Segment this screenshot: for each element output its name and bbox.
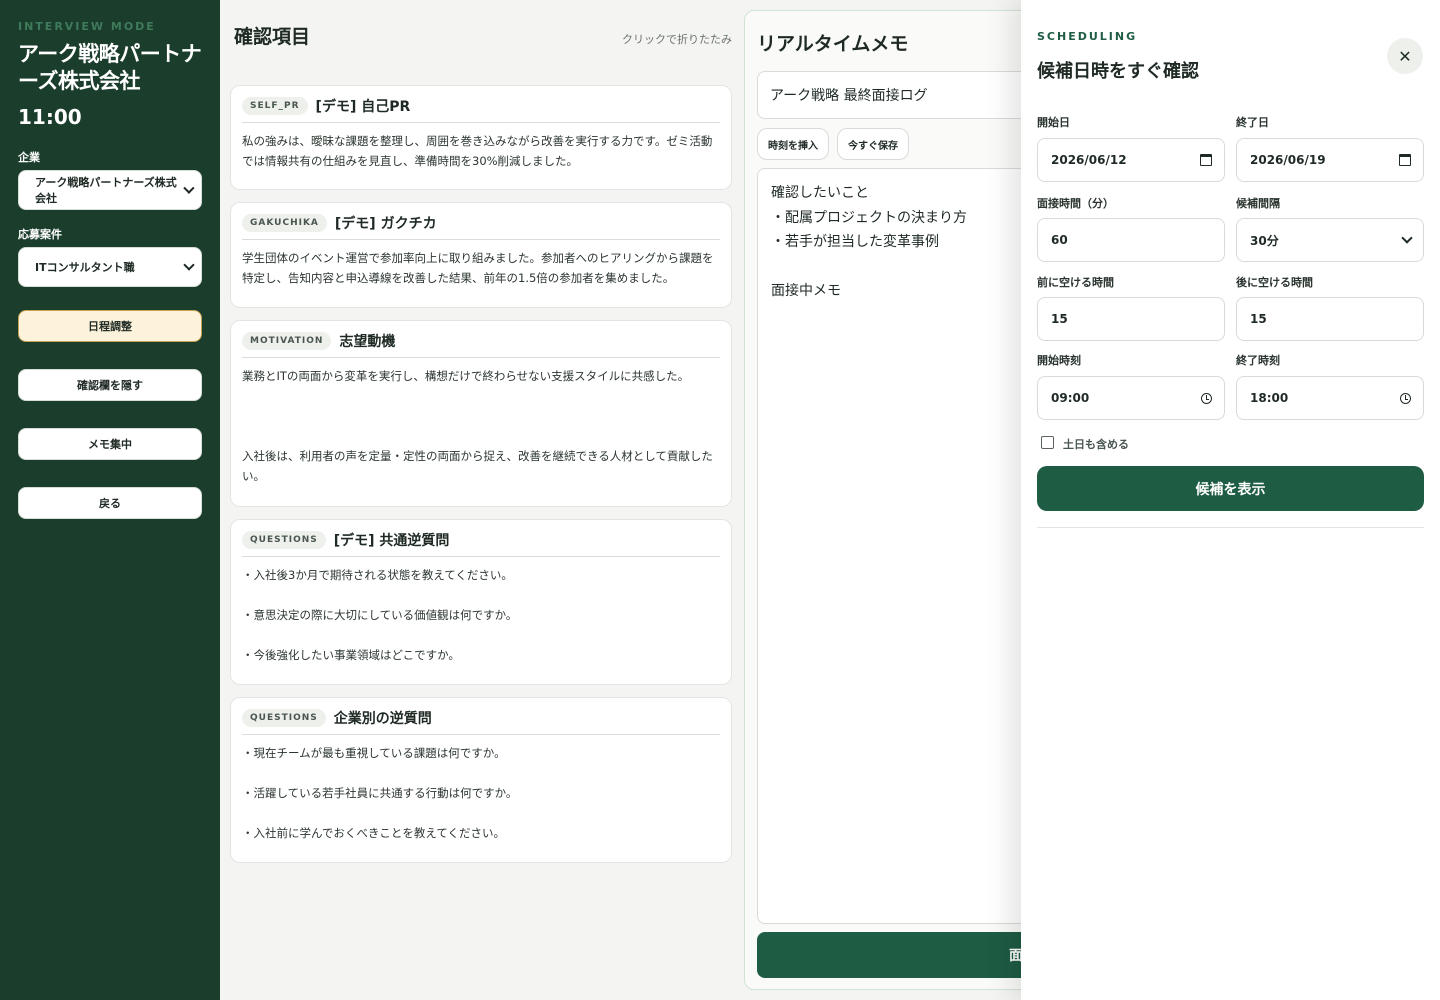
card-tag: GAKUCHIKA xyxy=(242,214,327,232)
card-self-pr[interactable]: SELF_PR [デモ] 自己PR 私の強みは、曖昧な課題を整理し、周囲を巻き込… xyxy=(230,85,732,190)
memo-textarea[interactable]: 確認したいこと ・配属プロジェクトの決まり方 ・若手が担当した変革事例 面接中メ… xyxy=(757,168,1047,924)
card-tag: QUESTIONS xyxy=(242,531,326,549)
card-tag: SELF_PR xyxy=(242,97,308,115)
clock-icon[interactable] xyxy=(1400,392,1411,404)
chevron-down-icon xyxy=(1401,232,1413,244)
card-title: [デモ] ガクチカ xyxy=(334,216,437,232)
start-date-label: 開始日 xyxy=(1037,116,1070,129)
card-header: GAKUCHIKA [デモ] ガクチカ xyxy=(242,213,720,240)
card-motivation[interactable]: MOTIVATION 志望動機 業務とITの両面から変革を実行し、構想だけで終わ… xyxy=(230,320,732,507)
panel-title: 候補日時をすぐ確認 xyxy=(1037,61,1199,82)
sidebar: INTERVIEW MODE アーク戦略パートナーズ株式会社 11:00 企業 … xyxy=(0,0,220,1000)
start-date-input[interactable]: 2026/06/12 xyxy=(1037,138,1225,182)
scheduling-panel: SCHEDULING 候補日時をすぐ確認 ✕ 開始日 2026/06/12 終了… xyxy=(1021,0,1440,1000)
company-select-value: アーク戦略パートナーズ株式会社 xyxy=(35,176,177,205)
interval-select[interactable]: 30分 xyxy=(1236,218,1424,262)
collapse-hint[interactable]: クリックで折りたたみ xyxy=(622,31,732,47)
start-time-label: 開始時刻 xyxy=(1037,354,1081,367)
position-select[interactable]: ITコンサルタント職 xyxy=(18,247,202,287)
confirm-title: 確認項目 xyxy=(234,26,311,48)
calendar-icon[interactable] xyxy=(1200,154,1212,166)
end-time-value: 18:00 xyxy=(1250,391,1289,405)
panel-kicker: SCHEDULING xyxy=(1037,30,1138,43)
mode-label: INTERVIEW MODE xyxy=(18,20,156,33)
duration-value: 60 xyxy=(1051,233,1068,247)
end-time-label: 終了時刻 xyxy=(1236,354,1280,367)
hide-confirm-button[interactable]: 確認欄を隠す xyxy=(18,369,202,401)
weekend-label[interactable]: 土日も含める xyxy=(1063,436,1129,452)
close-icon: ✕ xyxy=(1398,46,1412,66)
card-header: QUESTIONS 企業別の逆質問 xyxy=(242,708,720,735)
end-time-input[interactable]: 18:00 xyxy=(1236,376,1424,420)
buffer-before-input[interactable]: 15 xyxy=(1037,297,1225,341)
save-now-button[interactable]: 今すぐ保存 xyxy=(837,128,909,160)
card-gakuchika[interactable]: GAKUCHIKA [デモ] ガクチカ 学生団体のイベント運営で参加率向上に取り… xyxy=(230,202,732,308)
interview-time: 11:00 xyxy=(18,105,82,129)
card-header: SELF_PR [デモ] 自己PR xyxy=(242,96,720,123)
divider xyxy=(1037,527,1424,528)
buffer-after-input[interactable]: 15 xyxy=(1236,297,1424,341)
company-select[interactable]: アーク戦略パートナーズ株式会社 xyxy=(18,170,202,210)
buffer-before-value: 15 xyxy=(1051,312,1068,326)
duration-label: 面接時間（分） xyxy=(1037,197,1114,210)
calendar-icon[interactable] xyxy=(1399,154,1411,166)
buffer-after-label: 後に空ける時間 xyxy=(1236,276,1313,289)
position-select-value: ITコンサルタント職 xyxy=(35,261,135,274)
start-time-input[interactable]: 09:00 xyxy=(1037,376,1225,420)
card-tag: QUESTIONS xyxy=(242,709,326,727)
card-body: 学生団体のイベント運営で参加率向上に取り組みました。参加者へのヒアリングから課題… xyxy=(242,251,714,285)
buffer-before-label: 前に空ける時間 xyxy=(1037,276,1114,289)
card-company-questions[interactable]: QUESTIONS 企業別の逆質問 ・現在チームが最も重視している課題は何ですか… xyxy=(230,697,732,863)
duration-input[interactable]: 60 xyxy=(1037,218,1225,262)
memo-title: リアルタイムメモ xyxy=(757,33,909,55)
end-date-value: 2026/06/19 xyxy=(1250,153,1326,167)
company-label: 企業 xyxy=(18,151,40,164)
card-header: MOTIVATION 志望動機 xyxy=(242,331,720,358)
card-body: ・現在チームが最も重視している課題は何ですか。 ・活躍している若手社員に共通する… xyxy=(242,746,518,840)
memo-bottom-button[interactable]: 面 xyxy=(757,932,1047,978)
buffer-after-value: 15 xyxy=(1250,312,1267,326)
card-tag: MOTIVATION xyxy=(242,332,332,350)
card-body: 業務とITの両面から変革を実行し、構想だけで終わらせない支援スタイルに共感した。… xyxy=(242,369,713,483)
clock-icon[interactable] xyxy=(1201,392,1212,404)
back-button[interactable]: 戻る xyxy=(18,487,202,519)
memo-section: リアルタイムメモ アーク戦略 最終面接ログ 時刻を挿入 今すぐ保存 確認したいこ… xyxy=(744,10,1047,990)
show-candidates-button[interactable]: 候補を表示 xyxy=(1037,466,1424,511)
weekend-checkbox[interactable] xyxy=(1041,436,1054,449)
end-date-input[interactable]: 2026/06/19 xyxy=(1236,138,1424,182)
card-title: [デモ] 自己PR xyxy=(315,99,411,115)
memo-focus-button[interactable]: メモ集中 xyxy=(18,428,202,460)
end-date-label: 終了日 xyxy=(1236,116,1269,129)
schedule-button[interactable]: 日程調整 xyxy=(18,310,202,342)
chevron-down-icon xyxy=(183,259,195,271)
insert-time-button[interactable]: 時刻を挿入 xyxy=(757,128,829,160)
start-date-value: 2026/06/12 xyxy=(1051,153,1127,167)
interval-label: 候補間隔 xyxy=(1236,197,1280,210)
card-title: 企業別の逆質問 xyxy=(333,711,432,727)
card-body: 私の強みは、曖昧な課題を整理し、周囲を巻き込みながら改善を実行する力です。ゼミ活… xyxy=(242,134,713,168)
interval-value: 30分 xyxy=(1250,233,1279,248)
card-title: [デモ] 共通逆質問 xyxy=(333,533,450,549)
start-time-value: 09:00 xyxy=(1051,391,1090,405)
close-button[interactable]: ✕ xyxy=(1387,38,1423,74)
card-common-questions[interactable]: QUESTIONS [デモ] 共通逆質問 ・入社後3か月で期待される状態を教えて… xyxy=(230,519,732,685)
card-title: 志望動機 xyxy=(339,334,396,350)
confirm-header: 確認項目 クリックで折りたたみ xyxy=(230,0,732,49)
company-title: アーク戦略パートナーズ株式会社 xyxy=(18,42,202,93)
memo-log-title-input[interactable]: アーク戦略 最終面接ログ xyxy=(757,71,1047,119)
card-body: ・入社後3か月で期待される状態を教えてください。 ・意思決定の際に大切にしている… xyxy=(242,568,518,662)
card-header: QUESTIONS [デモ] 共通逆質問 xyxy=(242,530,720,557)
position-label: 応募案件 xyxy=(18,228,62,241)
confirm-section: 確認項目 クリックで折りたたみ SELF_PR [デモ] 自己PR 私の強みは、… xyxy=(230,0,732,1000)
